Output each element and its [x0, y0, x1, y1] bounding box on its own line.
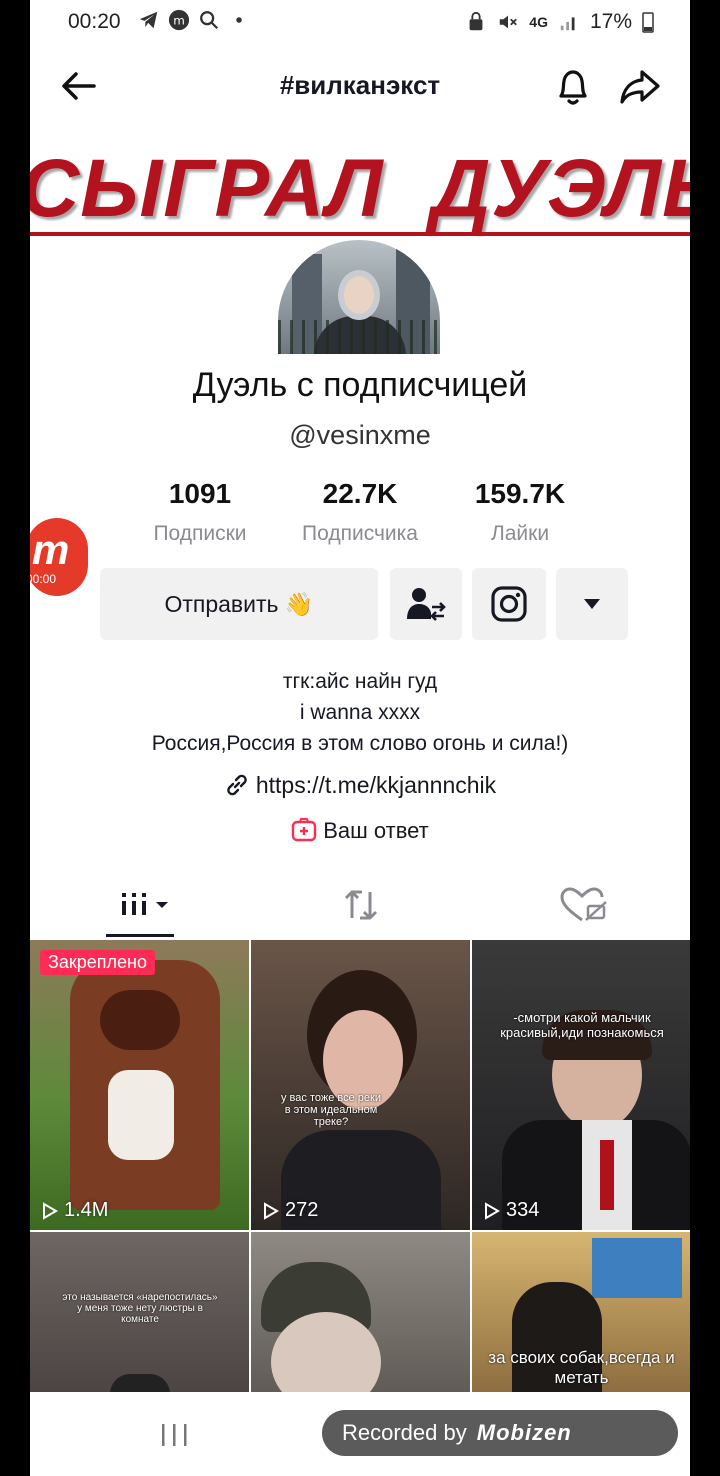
tab-videos-grid-icon[interactable] — [118, 880, 198, 930]
stat-label: Подписчика — [302, 522, 418, 545]
video-thumbnail[interactable] — [251, 1232, 470, 1400]
recent-apps-icon[interactable] — [158, 1420, 192, 1450]
recorder-brand: Mobizen — [476, 1420, 572, 1445]
status-time: 00:20 — [68, 10, 121, 33]
send-button-label: Отправить 👋 — [164, 590, 314, 617]
search-status-icon — [200, 11, 219, 30]
bio-line-2: i wanna xxxx — [299, 701, 421, 724]
tab-liked-hidden-icon[interactable] — [550, 880, 630, 930]
battery-icon — [642, 12, 654, 33]
video-caption: у вас тоже все реки в этом идеальном тре… — [281, 1092, 381, 1128]
active-tab-indicator — [106, 934, 174, 937]
bio-line-3: Россия,Россия в этом слово огонь и сила!… — [151, 732, 569, 755]
svg-text:m: m — [173, 14, 185, 28]
link-icon — [227, 774, 247, 796]
profile-handle: @vesinxme — [289, 420, 431, 450]
instagram-button[interactable] — [472, 568, 546, 640]
caret-down-icon — [584, 599, 600, 609]
pinned-badge: Закреплено — [40, 950, 155, 975]
more-dropdown-button[interactable] — [556, 568, 628, 640]
stat-value: 1091 — [168, 478, 232, 509]
video-caption: -смотри какой мальчик красивый,иди позна… — [500, 1010, 664, 1040]
your-answer-button[interactable]: Ваш ответ — [30, 818, 690, 844]
signal-icon — [560, 17, 575, 31]
add-answer-icon — [292, 818, 317, 842]
play-icon — [43, 1201, 58, 1220]
battery-level: 17% — [589, 10, 632, 33]
stat-likes[interactable]: 159.7K Лайки — [440, 478, 600, 546]
alarm-lock-icon — [469, 11, 483, 31]
overlay-underline — [30, 232, 690, 236]
profile-tabs — [30, 870, 690, 940]
video-thumbnail[interactable]: это называется «нарепостилась» у меня то… — [30, 1232, 249, 1400]
bio-link[interactable]: https://t.me/kkjannnchik — [30, 772, 690, 799]
friends-suggest-button[interactable] — [390, 568, 462, 640]
overlay-caption: СЫГРАЛ ДУЭЛЬ — [30, 143, 690, 234]
profile-stats: 1091 Подписки 22.7K Подписчика 159.7K Ла… — [120, 478, 600, 558]
recording-time: 00:00 — [30, 572, 57, 586]
video-thumbnail[interactable]: -смотри какой мальчик красивый,иди позна… — [472, 940, 690, 1230]
top-nav: #вилканэкст — [30, 56, 690, 116]
view-count: 1.4M — [42, 1199, 108, 1222]
view-count: 334 — [484, 1199, 539, 1222]
view-count-text: 334 — [506, 1199, 540, 1221]
recorded-by-text: Recorded by — [342, 1420, 467, 1445]
stat-value: 22.7K — [322, 478, 398, 509]
stat-label: Лайки — [490, 522, 550, 545]
video-caption: за своих собак,всегда и метать — [488, 1348, 675, 1387]
phone-screen: 00:20 m 4G 17% #вилканэкст СЫГРАЛ ДУЭЛЬ … — [30, 0, 690, 1476]
answer-label: Ваш ответ — [323, 818, 429, 843]
bio-link-text: https://t.me/kkjannnchik — [255, 772, 497, 798]
view-count: 272 — [263, 1199, 318, 1222]
network-type: 4G — [529, 14, 548, 30]
recorder-watermark: Recorded by Mobizen — [322, 1410, 678, 1456]
profile-name: Дуэль с подписчицей — [192, 366, 528, 404]
stat-followers[interactable]: 22.7K Подписчика — [280, 478, 440, 546]
bio-line-1: тгк:айс найн гуд — [282, 670, 438, 693]
video-thumbnail[interactable]: у вас тоже все реки в этом идеальном тре… — [251, 940, 470, 1230]
play-icon — [264, 1201, 279, 1220]
instagram-icon — [491, 586, 527, 622]
stat-value: 159.7K — [474, 478, 566, 509]
view-count-text: 272 — [285, 1199, 319, 1221]
video-caption: это называется «нарепостилась» у меня то… — [62, 1292, 218, 1325]
video-thumbnail[interactable]: за своих собак,всегда и метать — [472, 1232, 690, 1400]
mobizen-recording-badge[interactable]: m 00:00 — [30, 518, 88, 596]
stat-following[interactable]: 1091 Подписки — [120, 478, 280, 546]
stat-label: Подписки — [153, 522, 247, 545]
telegram-icon — [139, 11, 158, 29]
mute-icon — [500, 15, 518, 29]
profile-avatar[interactable] — [278, 240, 440, 354]
status-bar: 00:20 m 4G 17% — [30, 0, 690, 44]
tab-reposts-icon[interactable] — [330, 880, 410, 930]
video-grid: Закреплено 1.4M у вас тоже все реки в эт… — [30, 940, 690, 1400]
share-arrow-icon[interactable] — [618, 66, 662, 106]
mobizen-m-icon: m — [32, 526, 70, 573]
user-swap-icon — [407, 588, 446, 621]
video-thumbnail[interactable]: Закреплено 1.4M — [30, 940, 249, 1230]
bell-icon[interactable] — [552, 64, 594, 108]
mobizen-status-icon: m — [168, 9, 190, 31]
play-icon — [485, 1201, 500, 1220]
view-count-text: 1.4M — [64, 1199, 109, 1221]
dot-icon — [236, 17, 242, 23]
send-message-button[interactable]: Отправить 👋 — [100, 568, 378, 640]
